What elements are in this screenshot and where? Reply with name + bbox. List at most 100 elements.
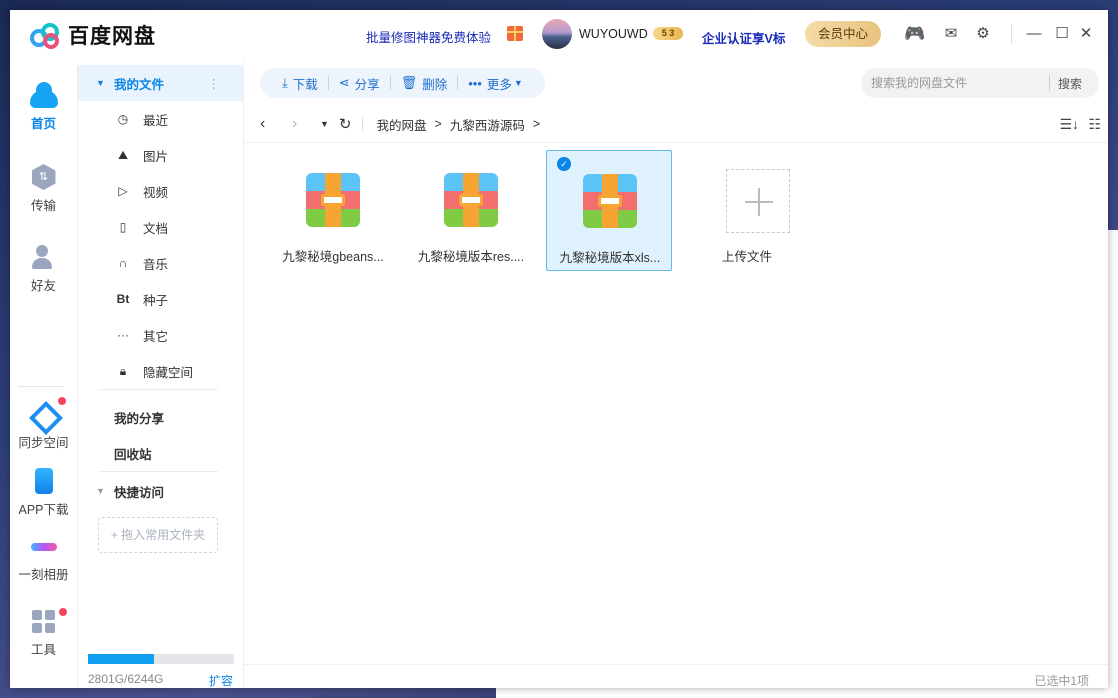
image-icon: ⛰: [117, 147, 129, 162]
caret-down-icon: ▼: [513, 78, 523, 88]
title-bar: 百度网盘 批量修图神器免费体验 WUYOUWD 5 3 企业认证享V标 会员中心…: [10, 10, 1108, 58]
app-logo[interactable]: 百度网盘: [28, 20, 156, 50]
close-icon[interactable]: ✕: [1076, 24, 1096, 44]
download-button[interactable]: ⤓ 下载: [272, 74, 328, 93]
nav-transfer[interactable]: ⇅ 传输: [10, 164, 77, 214]
more-icon[interactable]: ⋮: [208, 76, 221, 91]
nav-divider: [18, 386, 64, 387]
tree-item-label: 图片: [143, 149, 169, 164]
share-label: 分享: [354, 77, 380, 92]
file-item[interactable]: 九黎秘境gbeans...: [270, 150, 396, 271]
toolbar: ⤓ 下载 ⋖ 分享 🗑︎ 删除 ••• 更多 ▼: [260, 68, 545, 98]
file-name: 九黎秘境版本res....: [417, 250, 525, 264]
list-view-icon[interactable]: ☷: [1088, 116, 1101, 133]
divider: [98, 471, 218, 472]
ellipsis-icon: ···: [117, 328, 129, 342]
nav-tools[interactable]: 工具: [10, 608, 77, 658]
breadcrumb-root[interactable]: 我的网盘: [377, 115, 427, 134]
nav-moments-label: 一刻相册: [18, 568, 69, 582]
nav-app-download[interactable]: APP下载: [10, 468, 77, 518]
search-input[interactable]: [861, 76, 1049, 90]
nav-sync-space[interactable]: 同步空间: [10, 397, 77, 451]
phone-icon: [34, 468, 53, 494]
tree-item-label: 其它: [143, 329, 169, 344]
file-item[interactable]: 九黎秘境版本res....: [408, 150, 534, 271]
search-button[interactable]: 搜索: [1050, 75, 1082, 92]
add-folder-dropzone[interactable]: + 拖入常用文件夹: [98, 517, 218, 553]
clock-icon: ◷: [117, 112, 129, 126]
breadcrumb-current[interactable]: 九黎西游源码: [450, 115, 525, 134]
more-label: 更多: [486, 77, 512, 92]
tree-my-files[interactable]: ▼ 我的文件 ⋮: [78, 65, 244, 101]
promo-link[interactable]: 批量修图神器免费体验: [366, 27, 491, 46]
cloud-icon: [29, 82, 58, 108]
nav-transfer-label: 传输: [30, 199, 56, 213]
selection-status: 已选中1项: [1034, 674, 1089, 688]
history-dropdown-icon[interactable]: ▼: [320, 119, 329, 129]
file-item-selected[interactable]: ✓ 九黎秘境版本xls...: [546, 150, 672, 271]
tree-item-videos[interactable]: ▷ 视频: [78, 173, 244, 209]
background-window-edge-bottom: [496, 688, 1118, 698]
tree-item-label: 种子: [143, 293, 169, 308]
baidu-netdisk-window: 百度网盘 批量修图神器免费体验 WUYOUWD 5 3 企业认证享V标 会员中心…: [10, 10, 1108, 688]
vip-center-button[interactable]: 会员中心: [805, 21, 881, 47]
share-button[interactable]: ⋖ 分享: [329, 74, 390, 93]
nav-sync-label: 同步空间: [18, 436, 69, 450]
nav-friends-label: 好友: [30, 279, 56, 293]
plus-icon: [726, 169, 790, 233]
sort-icon[interactable]: ☰↓: [1059, 116, 1079, 133]
storage-text: 2801G/6244G: [88, 672, 164, 686]
forward-icon[interactable]: ›: [292, 115, 306, 133]
settings-icon[interactable]: ⚙: [973, 24, 993, 44]
delete-button[interactable]: 🗑︎ 删除: [391, 74, 458, 93]
download-icon: ⤓: [282, 75, 288, 90]
zip-archive-icon: [444, 173, 498, 227]
username[interactable]: WUYOUWD: [579, 27, 648, 41]
nav-moments[interactable]: 一刻相册: [10, 533, 77, 583]
search-box: 搜索: [861, 68, 1099, 98]
enterprise-link[interactable]: 企业认证享V标: [702, 28, 785, 47]
storage-bar-fill: [88, 654, 154, 664]
tree-item-other[interactable]: ··· 其它: [78, 317, 244, 353]
document-icon: ▯: [119, 220, 127, 234]
zip-archive-icon: [583, 174, 637, 228]
expand-storage-link[interactable]: 扩容: [209, 672, 233, 688]
tree-recycle-bin[interactable]: 回收站: [78, 435, 244, 471]
caret-down-icon: ▼: [96, 78, 105, 88]
checkmark-icon[interactable]: ✓: [557, 157, 571, 171]
delete-label: 删除: [422, 77, 448, 92]
tree-item-torrents[interactable]: Bt 种子: [78, 281, 244, 317]
nav-home[interactable]: 首页: [10, 82, 77, 132]
more-button[interactable]: ••• 更多 ▼: [458, 74, 533, 93]
breadcrumb-separator: >: [434, 117, 442, 131]
tree-item-music[interactable]: ∩ 音乐: [78, 245, 244, 281]
nav-app-download-label: APP下载: [18, 503, 69, 517]
transfer-icon: ⇅: [31, 164, 56, 190]
maximize-icon[interactable]: ☐: [1052, 24, 1072, 44]
background-window-edge: [1108, 230, 1118, 698]
caret-down-icon: ▼: [96, 486, 105, 496]
avatar[interactable]: [542, 19, 572, 49]
level-badge: 5 3: [653, 27, 683, 40]
divider: [244, 142, 1108, 143]
tree-quick-access[interactable]: ▼ 快捷访问: [78, 473, 244, 509]
refresh-icon[interactable]: ↻: [339, 115, 352, 133]
tree-item-label: 最近: [143, 113, 169, 128]
back-icon[interactable]: ‹: [260, 115, 274, 133]
upload-label: 上传文件: [721, 250, 772, 264]
tree-item-images[interactable]: ⛰ 图片: [78, 137, 244, 173]
tree-my-share[interactable]: 我的分享: [78, 399, 244, 435]
tree-item-label: 视频: [143, 185, 169, 200]
tree-item-recent[interactable]: ◷ 最近: [78, 101, 244, 137]
mail-icon[interactable]: ✉: [941, 24, 961, 44]
tree-item-hidden-space[interactable]: 🔒︎ 隐藏空间: [78, 353, 244, 389]
upload-file-tile[interactable]: 上传文件: [684, 150, 810, 271]
tree-item-documents[interactable]: ▯ 文档: [78, 209, 244, 245]
gift-icon[interactable]: [507, 26, 523, 41]
nav-friends[interactable]: 好友: [10, 244, 77, 294]
notification-dot: [58, 397, 66, 405]
minimize-icon[interactable]: —: [1024, 24, 1044, 44]
friends-icon: [30, 244, 58, 270]
bt-icon: Bt: [116, 292, 130, 306]
game-icon[interactable]: 🎮: [904, 24, 925, 44]
